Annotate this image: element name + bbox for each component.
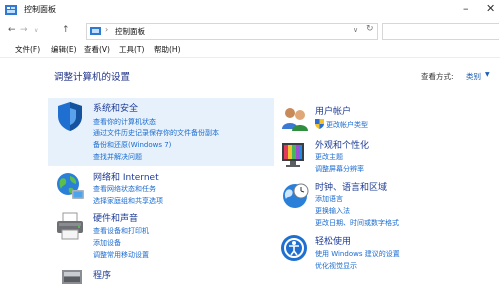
link-add-device[interactable]: 添加设备 — [93, 238, 121, 248]
view-by-dropdown[interactable]: 类别 — [466, 71, 481, 82]
search-input[interactable] — [382, 23, 499, 40]
menu-tools[interactable]: 工具(T) — [119, 44, 144, 55]
address-row: ← → ∨ ↑ › 控制面板 ∨ ↻ — [0, 20, 500, 42]
programs-icon[interactable] — [60, 266, 84, 286]
chevron-down-icon[interactable]: ▼ — [485, 71, 490, 78]
appearance-icon[interactable] — [280, 139, 310, 169]
category-title-programs[interactable]: 程序 — [93, 268, 111, 281]
menu-edit[interactable]: 编辑(E) — [51, 44, 77, 55]
clock-globe-icon[interactable] — [280, 180, 310, 210]
shield-icon[interactable] — [54, 100, 86, 132]
window-title: 控制面板 — [24, 5, 56, 14]
category-title-system-security[interactable]: 系统和安全 — [93, 101, 138, 114]
ease-of-access-icon[interactable] — [280, 234, 308, 262]
page-title: 调整计算机的设置 — [54, 72, 131, 83]
link-date-time-format[interactable]: 更改日期、时间或数字格式 — [315, 218, 399, 228]
address-dropdown-icon[interactable]: ∨ — [353, 26, 358, 34]
link-change-account-type[interactable]: 更改帐户类型 — [326, 120, 368, 130]
recent-locations-icon[interactable]: ∨ — [34, 27, 38, 34]
breadcrumb-control-panel[interactable]: 控制面板 — [115, 26, 145, 37]
address-bar[interactable]: › 控制面板 ∨ ↻ — [86, 23, 378, 40]
link-homegroup-sharing[interactable]: 选择家庭组和共享选项 — [93, 196, 163, 206]
category-title-appearance[interactable]: 外观和个性化 — [315, 138, 369, 151]
category-title-hardware-sound[interactable]: 硬件和声音 — [93, 211, 138, 224]
divider — [0, 57, 500, 58]
category-title-user-accounts[interactable]: 用户帐户 — [315, 104, 351, 117]
close-button[interactable]: ✕ — [486, 2, 495, 15]
link-change-input-method[interactable]: 更换输入法 — [315, 206, 350, 216]
control-panel-icon — [5, 5, 17, 15]
view-by-label: 查看方式: — [421, 72, 454, 81]
link-mobility-settings[interactable]: 调整常用移动设置 — [93, 250, 149, 260]
breadcrumb-separator: › — [105, 25, 109, 34]
link-devices-printers[interactable]: 查看设备和打印机 — [93, 226, 149, 236]
category-title-clock-language-region[interactable]: 时钟、语言和区域 — [315, 180, 387, 193]
minimize-button[interactable]: – — [463, 2, 469, 15]
link-file-history-backup[interactable]: 通过文件历史记录保存你的文件备份副本 — [93, 128, 219, 138]
menu-file[interactable]: 文件(F) — [15, 44, 40, 55]
menu-help[interactable]: 帮助(H) — [154, 44, 181, 55]
title-bar: 控制面板 – ✕ — [0, 0, 500, 20]
link-network-status[interactable]: 查看网络状态和任务 — [93, 184, 156, 194]
link-view-computer-status[interactable]: 查看你的计算机状态 — [93, 117, 156, 127]
menu-bar: 文件(F) 编辑(E) 查看(V) 工具(T) 帮助(H) — [0, 42, 500, 56]
network-globe-icon[interactable] — [54, 170, 86, 202]
link-optimize-visual-display[interactable]: 优化视觉显示 — [315, 261, 357, 271]
back-button[interactable]: ← — [8, 25, 16, 35]
link-troubleshoot[interactable]: 查找并解决问题 — [93, 152, 142, 162]
printer-icon[interactable] — [54, 210, 86, 242]
up-button[interactable]: ↑ — [62, 25, 70, 35]
link-backup-restore[interactable]: 备份和还原(Windows 7) — [93, 140, 171, 150]
users-icon[interactable] — [280, 105, 310, 133]
menu-view[interactable]: 查看(V) — [84, 44, 110, 55]
link-windows-recommended-settings[interactable]: 使用 Windows 建议的设置 — [315, 249, 400, 259]
control-panel-icon — [90, 27, 101, 35]
link-screen-resolution[interactable]: 调整屏幕分辨率 — [315, 164, 364, 174]
uac-shield-icon — [315, 119, 324, 129]
link-change-theme[interactable]: 更改主题 — [315, 152, 343, 162]
category-title-ease-of-access[interactable]: 轻松使用 — [315, 234, 351, 247]
forward-button[interactable]: → — [20, 25, 28, 35]
link-add-language[interactable]: 添加语言 — [315, 194, 343, 204]
category-title-network-internet[interactable]: 网络和 Internet — [93, 170, 159, 183]
refresh-icon[interactable]: ↻ — [366, 24, 374, 34]
